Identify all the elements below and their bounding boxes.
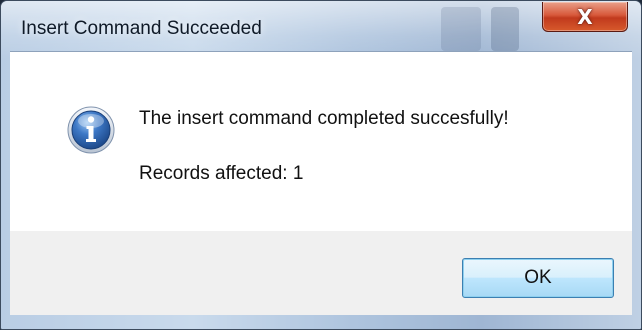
info-icon <box>67 106 115 154</box>
dialog-content: The insert command completed succesfully… <box>10 51 632 232</box>
dialog-window: Insert Command Succeeded X The insert co… <box>0 0 642 330</box>
titlebar-reflection <box>491 7 519 51</box>
window-title: Insert Command Succeeded <box>21 18 262 39</box>
close-icon: X <box>577 4 593 29</box>
titlebar-reflection <box>441 7 481 51</box>
close-button[interactable]: X <box>542 2 628 32</box>
records-affected-text: Records affected: 1 <box>139 163 304 184</box>
ok-button[interactable]: OK <box>462 258 614 298</box>
dialog-footer: OK <box>10 231 632 315</box>
dialog-message: The insert command completed succesfully… <box>139 108 509 129</box>
